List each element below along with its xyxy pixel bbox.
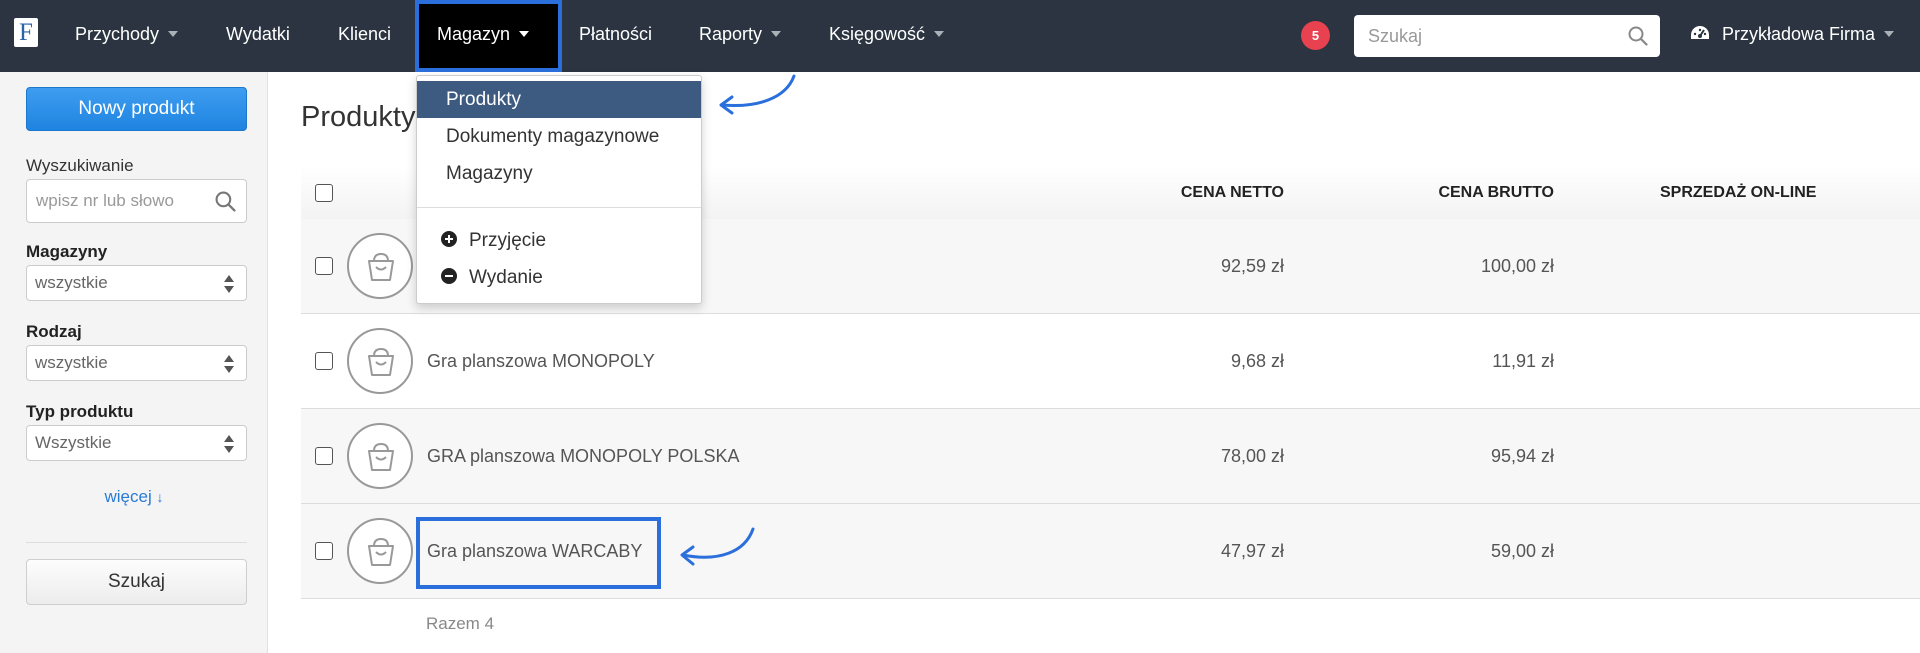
row-checkbox[interactable] <box>315 447 333 465</box>
column-header-gross[interactable]: CENA BRUTTO <box>1401 167 1554 219</box>
price-gross: 11,91 zł <box>1492 351 1554 371</box>
arrow-down-icon: ↓ <box>156 489 164 505</box>
table-row[interactable]: GRA planszowa MONOPOLY POLSKA 78,00 zł 9… <box>301 409 1920 504</box>
menu-item-przyjecie[interactable]: Przyjęcie <box>417 222 701 259</box>
filter-label-magazyny: Magazyny <box>26 242 108 261</box>
top-navbar: F Przychody Wydatki Klienci Magazyn Płat… <box>0 0 1920 72</box>
product-basket-icon <box>347 328 413 394</box>
row-checkbox[interactable] <box>315 542 333 560</box>
menu-item-produkty[interactable]: Produkty <box>417 81 701 118</box>
price-gross: 95,94 zł <box>1490 446 1554 466</box>
nav-label: Księgowość <box>829 24 926 44</box>
product-name[interactable]: Gra planszowa MONOPOLY <box>427 314 655 408</box>
nav-label: Przychody <box>75 24 160 44</box>
caret-down-icon <box>771 31 782 38</box>
select-arrows-icon <box>224 275 234 293</box>
global-search-input[interactable] <box>1368 15 1618 57</box>
search-icon[interactable] <box>1628 26 1648 46</box>
sidebar-search-button[interactable]: Szukaj <box>26 559 247 605</box>
sidebar-divider <box>26 542 247 543</box>
product-name[interactable]: Gra planszowa WARCABY <box>427 504 642 598</box>
caret-down-icon <box>934 31 945 38</box>
product-basket-icon <box>347 423 413 489</box>
filter-label-typ-produktu: Typ produktu <box>26 402 134 421</box>
select-arrows-icon <box>224 435 234 453</box>
row-checkbox[interactable] <box>315 257 333 275</box>
nav-klienci[interactable]: Klienci <box>338 0 391 72</box>
nav-ksiegowosc[interactable]: Księgowość <box>829 0 945 72</box>
filter-select-typ-produktu[interactable]: Wszystkie <box>26 425 247 461</box>
menu-action-label: Wydanie <box>469 267 543 288</box>
price-net: 9,68 zł <box>1230 351 1284 371</box>
search-icon[interactable] <box>215 191 236 212</box>
more-link-label: więcej <box>104 487 152 506</box>
notifications-badge[interactable]: 5 <box>1301 21 1330 50</box>
nav-label: Klienci <box>338 24 392 44</box>
select-arrows-icon <box>224 355 234 373</box>
filter-select-magazyny[interactable]: wszystkie <box>26 265 247 301</box>
column-header-online[interactable]: SPRZEDAŻ ON-LINE <box>1660 167 1816 219</box>
nav-platnosci[interactable]: Płatności <box>579 0 652 72</box>
new-product-button[interactable]: Nowy produkt <box>26 87 247 131</box>
app-logo[interactable]: F <box>14 18 38 47</box>
plus-circle-icon <box>441 230 457 247</box>
dashboard-icon <box>1691 26 1709 40</box>
menu-item-magazyny[interactable]: Magazyny <box>417 155 701 192</box>
price-gross: 100,00 zł <box>1480 256 1554 276</box>
nav-wydatki[interactable]: Wydatki <box>226 0 290 72</box>
nav-label: Wydatki <box>226 24 290 44</box>
filter-select-rodzaj[interactable]: wszystkie <box>26 345 247 381</box>
select-all-checkbox[interactable] <box>315 184 333 202</box>
more-filters-link[interactable]: więcej ↓ <box>0 487 268 507</box>
page-title: Produkty <box>301 101 416 133</box>
column-header-net[interactable]: CENA NETTO <box>1161 167 1284 219</box>
price-net: 47,97 zł <box>1220 541 1284 561</box>
nav-label: Magazyn <box>437 24 511 44</box>
product-name[interactable]: GRA planszowa MONOPOLY POLSKA <box>427 409 739 503</box>
menu-item-wydanie[interactable]: Wydanie <box>417 259 701 296</box>
annotation-arrow-icon <box>719 74 796 115</box>
sidebar-search-input[interactable] <box>36 180 206 222</box>
price-gross: 59,00 zł <box>1490 541 1554 561</box>
filter-sidebar: Nowy produkt Wyszukiwanie Magazyny wszys… <box>0 72 268 653</box>
global-search <box>1354 15 1660 57</box>
logo-letter: F <box>19 19 33 46</box>
table-row[interactable]: Gra planszowa MONOPOLY 9,68 zł 11,91 zł <box>301 314 1920 409</box>
nav-label: Raporty <box>699 24 763 44</box>
caret-down-icon <box>168 31 179 38</box>
price-net: 78,00 zł <box>1220 446 1284 466</box>
caret-down-icon <box>519 31 530 38</box>
select-value: wszystkie <box>35 273 108 292</box>
minus-circle-icon <box>441 267 457 284</box>
nav-raporty[interactable]: Raporty <box>699 0 782 72</box>
sidebar-search-field <box>26 179 247 223</box>
filter-label-rodzaj: Rodzaj <box>26 322 82 341</box>
select-value: wszystkie <box>35 353 108 372</box>
menu-divider <box>417 207 701 208</box>
table-row[interactable]: Gra planszowa WARCABY 47,97 zł 59,00 zł <box>301 504 1920 599</box>
price-net: 92,59 zł <box>1220 256 1284 276</box>
company-name: Przykładowa Firma <box>1722 24 1876 44</box>
menu-action-label: Przyjęcie <box>469 230 547 251</box>
total-count: Razem 4 <box>426 614 495 633</box>
product-basket-icon <box>347 233 413 299</box>
row-checkbox[interactable] <box>315 352 333 370</box>
magazyn-dropdown-menu: Produkty Dokumenty magazynowe Magazyny P… <box>416 75 702 304</box>
company-menu[interactable]: Przykładowa Firma <box>1690 0 1895 72</box>
caret-down-icon <box>1884 31 1895 38</box>
nav-magazyn[interactable]: Magazyn <box>415 0 562 72</box>
search-label: Wyszukiwanie <box>26 156 134 175</box>
nav-label: Płatności <box>579 24 653 44</box>
product-basket-icon <box>347 518 413 584</box>
select-value: Wszystkie <box>35 433 112 452</box>
menu-item-dokumenty-magazynowe[interactable]: Dokumenty magazynowe <box>417 118 701 155</box>
nav-przychody[interactable]: Przychody <box>75 0 179 72</box>
